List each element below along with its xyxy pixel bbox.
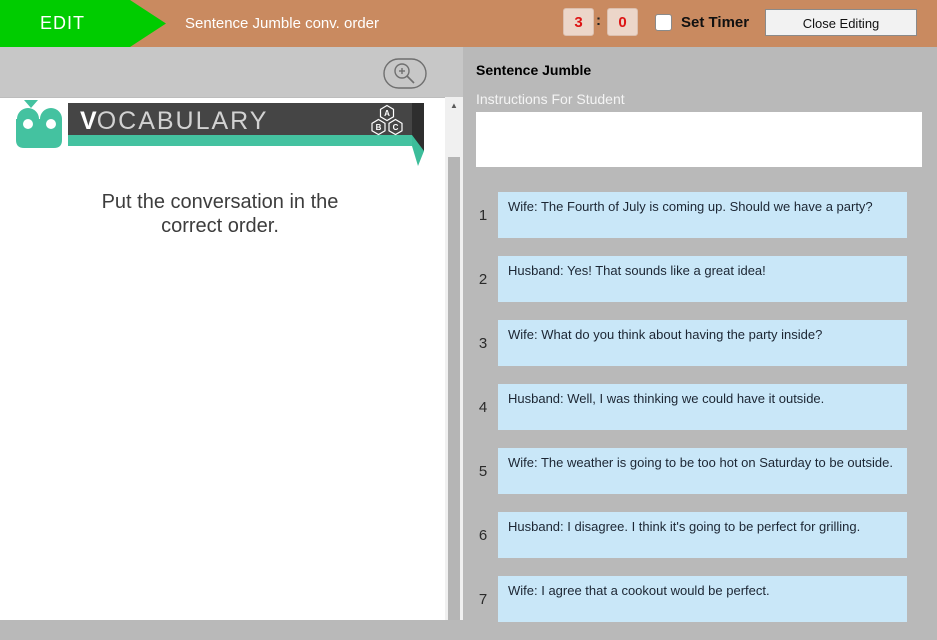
sentence-row: 2 Husband: Yes! That sounds like a great… — [463, 256, 925, 302]
timer-seconds-input[interactable] — [607, 8, 638, 36]
sentence-number: 4 — [478, 398, 488, 416]
slide-preview-pane: VOCABULARY A B C Put the conversation in… — [0, 47, 463, 620]
sentence-text[interactable]: Wife: The Fourth of July is coming up. S… — [498, 192, 907, 238]
sentence-list: 1 Wife: The Fourth of July is coming up.… — [463, 192, 925, 640]
sentence-text[interactable]: Husband: Well, I was thinking we could h… — [498, 384, 907, 430]
vocabulary-banner-image: VOCABULARY A B C — [16, 100, 424, 166]
instructions-label: Instructions For Student — [476, 91, 625, 107]
sentence-row: 4 Husband: Well, I was thinking we could… — [463, 384, 925, 430]
preview-scrollbar-thumb[interactable] — [448, 157, 460, 620]
sentence-text[interactable]: Husband: I disagree. I think it's going … — [498, 512, 907, 558]
banner-title-text: VOCABULARY — [80, 107, 268, 135]
panel-title: Sentence Jumble — [476, 62, 592, 78]
logo-caron — [24, 100, 38, 108]
sentence-number: 6 — [478, 526, 488, 544]
set-timer-checkbox[interactable] — [655, 14, 672, 31]
sentence-number: 2 — [478, 270, 488, 288]
svg-text:C: C — [393, 123, 399, 132]
sentence-number: 3 — [478, 334, 488, 352]
sentence-row: 1 Wife: The Fourth of July is coming up.… — [463, 192, 925, 238]
sentence-text[interactable]: Husband: Yes! That sounds like a great i… — [498, 256, 907, 302]
slide-prompt: Put the conversation in the correct orde… — [101, 191, 339, 238]
set-timer-label: Set Timer — [681, 14, 750, 31]
activity-title: Sentence Jumble conv. order — [185, 15, 379, 32]
sentence-number: 7 — [478, 590, 488, 608]
sentence-text[interactable]: Wife: The weather is going to be too hot… — [498, 448, 907, 494]
magnifier-plus-icon — [383, 58, 427, 89]
svg-text:B: B — [376, 123, 382, 132]
sentence-row: 3 Wife: What do you think about having t… — [463, 320, 925, 366]
sentence-number: 5 — [478, 462, 488, 480]
timer-minutes-input[interactable] — [563, 8, 594, 36]
scroll-up-arrow-icon[interactable]: ▲ — [445, 97, 463, 113]
slide-canvas[interactable]: VOCABULARY A B C Put the conversation in… — [0, 98, 445, 620]
sentence-editor-panel: Sentence Jumble Instructions For Student… — [463, 47, 925, 622]
sentence-row: 5 Wife: The weather is going to be too h… — [463, 448, 925, 494]
edit-mode-label: EDIT — [40, 13, 86, 33]
zoom-button[interactable] — [383, 58, 427, 89]
edit-mode-flag: EDIT — [0, 0, 166, 47]
timer-colon: : — [596, 12, 601, 29]
preview-toolbar — [0, 47, 463, 98]
instructions-input[interactable] — [476, 112, 922, 167]
sentence-row: 7 Wife: I agree that a cookout would be … — [463, 576, 925, 622]
close-editing-button[interactable]: Close Editing — [765, 9, 917, 36]
preview-scrollbar[interactable]: ▲ — [445, 97, 463, 620]
header-bar: EDIT Sentence Jumble conv. order : Set T… — [0, 0, 937, 47]
sentence-number: 1 — [478, 206, 488, 224]
sentence-text[interactable]: Wife: What do you think about having the… — [498, 320, 907, 366]
sentence-row: 6 Husband: I disagree. I think it's goin… — [463, 512, 925, 558]
svg-text:A: A — [384, 109, 390, 118]
sentence-text[interactable]: Wife: I agree that a cookout would be pe… — [498, 576, 907, 622]
